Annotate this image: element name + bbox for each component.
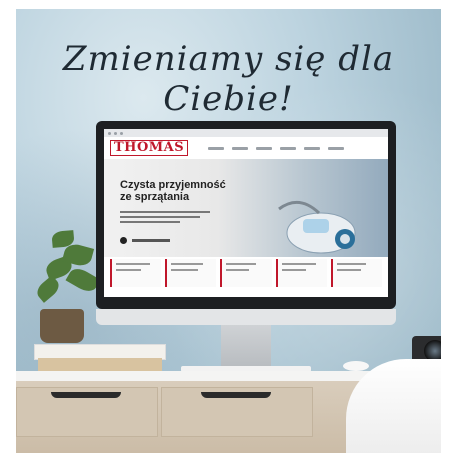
photo-frame: Zmieniamy się dla Ciebie! THOMAS Czysta …	[16, 9, 441, 453]
hero-title: Czysta przyjemność ze sprzątania	[120, 179, 226, 203]
vacuum-cleaner-image	[278, 201, 356, 254]
plant-leaf	[33, 275, 63, 303]
site-navigation: THOMAS	[104, 137, 388, 160]
feature-card[interactable]	[220, 259, 272, 287]
plant-pot	[40, 309, 84, 343]
mouse	[343, 361, 369, 371]
browser-bar	[104, 129, 388, 137]
monitor-screen: THOMAS Czysta przyjemność ze sprzątania	[104, 129, 388, 297]
feature-cards	[110, 259, 383, 287]
monitor-stand	[221, 325, 271, 369]
monitor-chin	[96, 309, 396, 325]
cta-link[interactable]	[132, 239, 170, 242]
feature-card[interactable]	[275, 259, 327, 287]
play-icon[interactable]	[120, 237, 127, 244]
book	[38, 358, 162, 372]
feature-card[interactable]	[165, 259, 217, 287]
feature-card[interactable]	[330, 259, 383, 287]
headline: Zmieniamy się dla Ciebie!	[62, 39, 395, 119]
site-nav-items	[208, 146, 345, 150]
drawer-handle	[51, 392, 121, 398]
monitor: THOMAS Czysta przyjemność ze sprzątania	[96, 121, 396, 309]
thomas-logo[interactable]: THOMAS	[110, 140, 189, 156]
hero-text	[120, 211, 210, 226]
hero-banner: Czysta przyjemność ze sprzątania	[104, 159, 388, 257]
feature-card[interactable]	[110, 259, 162, 287]
drawer-handle	[201, 392, 271, 398]
